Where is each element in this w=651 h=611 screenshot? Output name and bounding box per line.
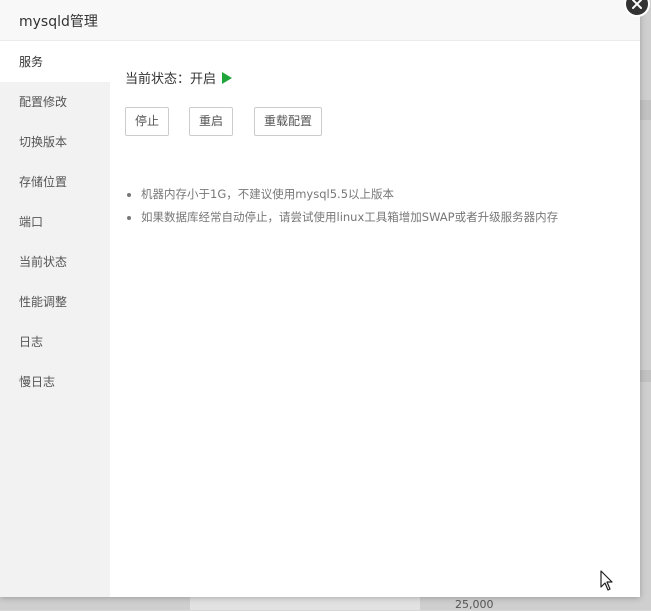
sidebar-item-log[interactable]: 日志 [0, 322, 110, 362]
background-panel [640, 100, 651, 120]
note-item: 机器内存小于1G，不建议使用mysql5.5以上版本 [141, 183, 558, 206]
play-icon [222, 72, 233, 84]
sidebar-item-current-status[interactable]: 当前状态 [0, 242, 110, 282]
mysqld-management-dialog: mysqld管理 服务 配置修改 切换版本 存储位置 端口 当前状态 性能调整 … [0, 0, 640, 597]
stop-button[interactable]: 停止 [125, 107, 170, 136]
note-item: 如果数据库经常自动停止，请尝试使用linux工具箱增加SWAP或者升级服务器内存 [141, 206, 558, 229]
service-notes: 机器内存小于1G，不建议使用mysql5.5以上版本 如果数据库经常自动停止，请… [125, 183, 558, 229]
close-icon [632, 0, 642, 9]
sidebar-item-slow-log[interactable]: 慢日志 [0, 362, 110, 402]
background-panel [640, 370, 651, 382]
service-status-label: 当前状态：开启 [125, 72, 217, 87]
sidebar-item-performance-tuning[interactable]: 性能调整 [0, 282, 110, 322]
background-panel [190, 597, 420, 610]
reload-config-button[interactable]: 重载配置 [254, 107, 323, 136]
sidebar-item-storage-location[interactable]: 存储位置 [0, 162, 110, 202]
mouse-cursor-icon [600, 570, 613, 591]
service-status: 当前状态：开启 [125, 68, 233, 87]
sidebar-item-config-edit[interactable]: 配置修改 [0, 82, 110, 122]
background-footer-value: 25,000 [455, 598, 494, 611]
sidebar-item-port[interactable]: 端口 [0, 202, 110, 242]
dialog-title: mysqld管理 [19, 14, 98, 30]
settings-sidebar: 服务 配置修改 切换版本 存储位置 端口 当前状态 性能调整 日志 慢日志 [0, 42, 110, 597]
service-panel: 当前状态：开启 停止 重启 重载配置 机器内存小于1G，不建议使用mysql5.… [110, 42, 640, 597]
sidebar-item-switch-version[interactable]: 切换版本 [0, 122, 110, 162]
sidebar-item-service[interactable]: 服务 [0, 42, 110, 82]
restart-button[interactable]: 重启 [189, 107, 234, 136]
dialog-header: mysqld管理 [0, 0, 640, 41]
